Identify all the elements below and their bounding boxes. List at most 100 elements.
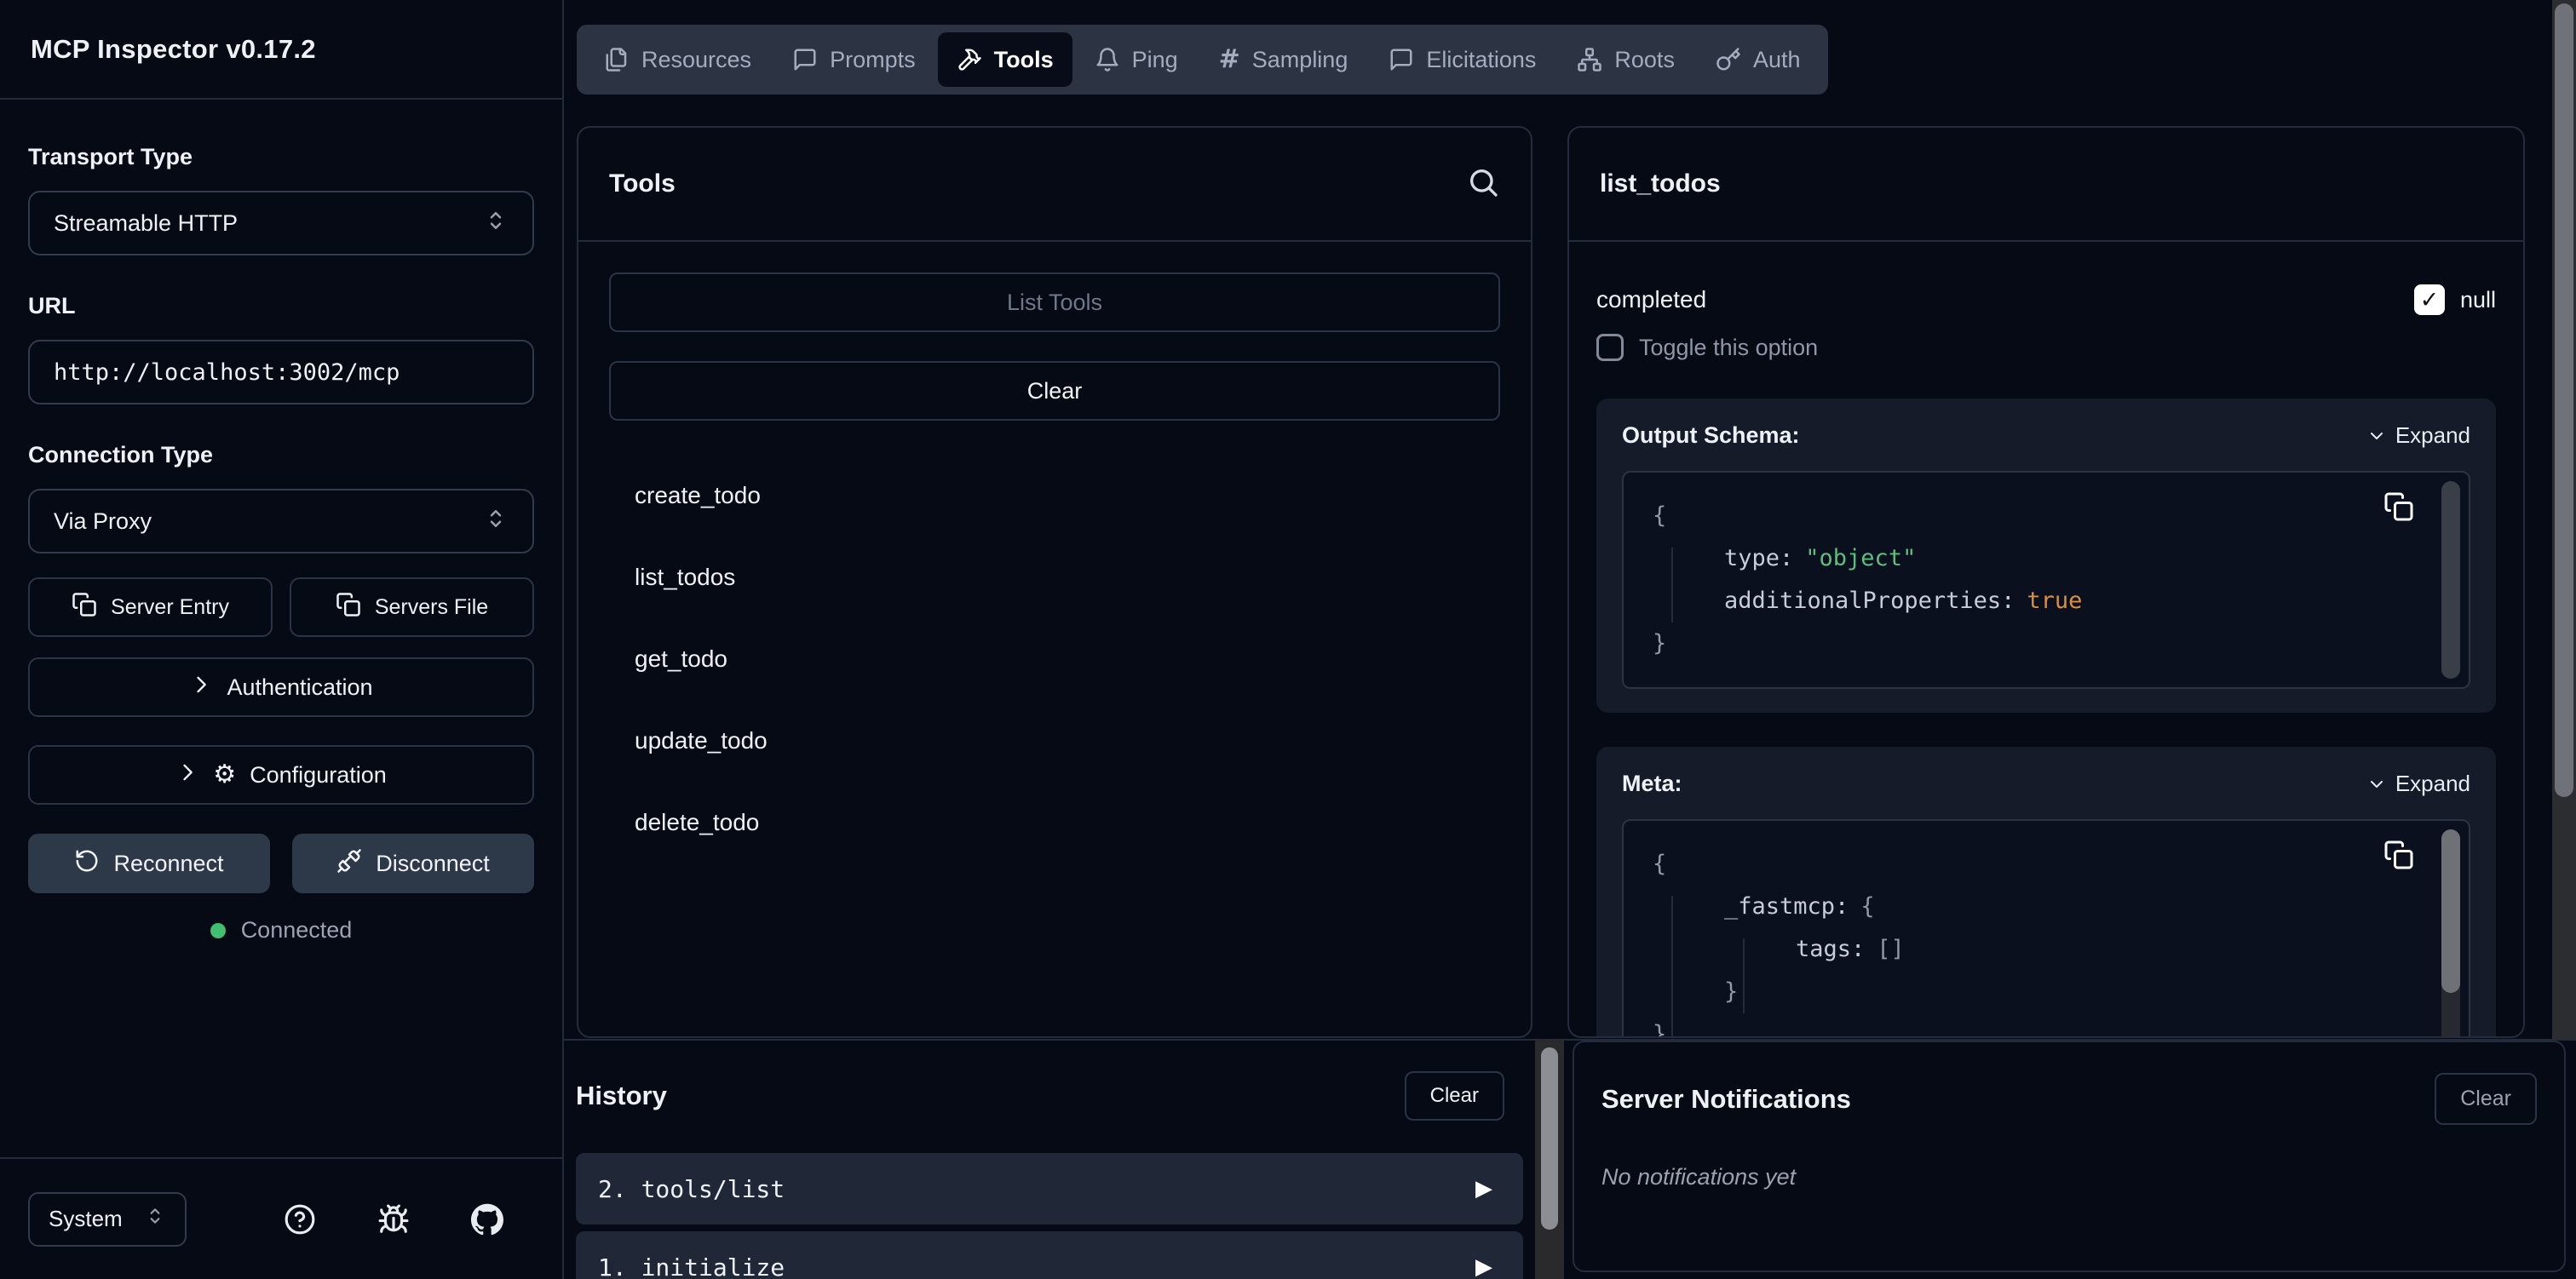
copy-icon — [72, 592, 97, 623]
code-scrollbar[interactable] — [2441, 829, 2460, 1036]
indent-guide — [1671, 548, 1673, 622]
param-row-completed: completed ✓ null — [1596, 284, 2496, 315]
history-panel: History Clear 2. tools/list ▶ 1. initial… — [564, 1041, 1535, 1279]
message-square-icon — [792, 47, 818, 72]
notifications-clear-button[interactable]: Clear — [2435, 1073, 2537, 1125]
main-vertical-scrollbar[interactable] — [2552, 0, 2576, 1039]
tab-label: Ping — [1132, 47, 1178, 73]
tool-item-list-todos[interactable]: list_todos — [609, 536, 1500, 618]
meta-expand-toggle[interactable]: Expand — [2366, 771, 2470, 797]
search-icon[interactable] — [1466, 165, 1500, 204]
code-text: { — [1653, 851, 1666, 877]
servers-file-button[interactable]: Servers File — [290, 577, 534, 637]
toggle-checkbox[interactable] — [1596, 334, 1624, 361]
scrollbar-thumb[interactable] — [2441, 829, 2460, 993]
disconnect-button[interactable]: Disconnect — [292, 834, 534, 893]
chevrons-updown-icon — [483, 506, 509, 537]
chevron-down-icon — [2366, 426, 2387, 446]
entry-buttons-row: Server Entry Servers File — [28, 577, 534, 637]
copy-button[interactable] — [2383, 491, 2414, 536]
history-title: History — [576, 1081, 667, 1111]
list-tools-button[interactable]: List Tools — [609, 272, 1500, 332]
code-text: additionalProperties: — [1724, 588, 2015, 614]
history-row-initialize[interactable]: 1. initialize ▶ — [576, 1231, 1523, 1279]
authentication-label: Authentication — [227, 674, 372, 701]
detail-panel-title: list_todos — [1600, 169, 1721, 198]
url-input[interactable] — [28, 340, 534, 404]
sidebar-footer: System — [0, 1157, 562, 1279]
bell-icon — [1095, 47, 1120, 72]
output-schema-expand-toggle[interactable]: Expand — [2366, 422, 2470, 449]
code-text: _fastmcp: — [1724, 893, 1849, 920]
tool-detail-panel: list_todos completed ✓ null — [1567, 126, 2525, 1038]
theme-value: System — [49, 1206, 123, 1232]
null-checkbox[interactable]: ✓ — [2414, 284, 2445, 315]
code-text: "object" — [1805, 545, 1916, 571]
theme-select[interactable]: System — [28, 1192, 187, 1247]
tab-tools[interactable]: Tools — [938, 32, 1072, 87]
authentication-button[interactable]: Authentication — [28, 657, 534, 717]
tab-roots[interactable]: Roots — [1558, 32, 1693, 87]
tab-ping[interactable]: Ping — [1076, 32, 1197, 87]
toggle-option-row: Toggle this option — [1596, 334, 2496, 361]
bug-icon[interactable] — [377, 1203, 410, 1236]
transport-type-select[interactable]: Streamable HTTP — [28, 191, 534, 255]
play-icon: ▶ — [1475, 1254, 1492, 1279]
history-scrollbar[interactable] — [1535, 1041, 1564, 1279]
reconnect-button[interactable]: Reconnect — [28, 834, 270, 893]
output-schema-header: Output Schema: Expand — [1622, 422, 2470, 449]
scrollbar-thumb[interactable] — [1541, 1047, 1558, 1230]
code-text: [] — [1877, 936, 1905, 962]
gear-icon: ⚙ — [213, 762, 236, 788]
output-schema-code: { type:"object" additionalProperties:tru… — [1622, 471, 2470, 689]
servers-file-label: Servers File — [375, 595, 488, 620]
tool-item-update-todo[interactable]: update_todo — [609, 700, 1500, 782]
history-clear-button[interactable]: Clear — [1405, 1071, 1504, 1121]
notifications-header: Server Notifications Clear — [1601, 1073, 2537, 1125]
app-window: MCP Inspector v0.17.2 Transport Type Str… — [0, 0, 2576, 1279]
network-icon — [1577, 47, 1602, 72]
scrollbar-thumb[interactable] — [2441, 481, 2460, 679]
status-label: Connected — [241, 917, 353, 943]
configuration-button[interactable]: ⚙ Configuration — [28, 745, 534, 805]
code-text: type: — [1724, 545, 1793, 571]
tools-panel-body: List Tools Clear create_todo list_todos … — [578, 242, 1531, 894]
help-icon[interactable] — [284, 1203, 316, 1236]
message-square-icon — [1389, 47, 1414, 72]
connection-type-select[interactable]: Via Proxy — [28, 489, 534, 553]
scrollbar-thumb[interactable] — [2555, 3, 2573, 797]
tab-sampling[interactable]: # Sampling — [1200, 32, 1367, 87]
tab-elicitations[interactable]: Elicitations — [1370, 32, 1555, 87]
tab-label: Elicitations — [1426, 47, 1536, 73]
tab-prompts[interactable]: Prompts — [773, 32, 934, 87]
check-icon: ✓ — [2420, 289, 2440, 312]
meta-code: { _fastmcp:{ tags:[] } } — [1622, 819, 2470, 1036]
copy-icon — [336, 592, 361, 623]
main-top: Resources Prompts Tools Ping # Sampling — [564, 0, 2576, 1039]
code-text: } — [1724, 978, 1738, 1005]
footer-icons — [284, 1203, 503, 1236]
tool-item-get-todo[interactable]: get_todo — [609, 618, 1500, 700]
code-text: true — [2027, 588, 2082, 614]
tab-resources[interactable]: Resources — [585, 32, 770, 87]
clear-tools-button[interactable]: Clear — [609, 361, 1500, 421]
copy-button[interactable] — [2383, 840, 2414, 885]
history-row-tools-list[interactable]: 2. tools/list ▶ — [576, 1153, 1523, 1225]
meta-title: Meta: — [1622, 771, 1682, 797]
indent-guide — [1743, 938, 1745, 1013]
copy-icon — [2383, 491, 2414, 522]
code-scrollbar[interactable] — [2441, 481, 2460, 679]
reconnect-label: Reconnect — [113, 851, 223, 877]
github-icon[interactable] — [471, 1203, 503, 1236]
transport-type-label: Transport Type — [28, 144, 534, 170]
tool-item-delete-todo[interactable]: delete_todo — [609, 782, 1500, 863]
notifications-title: Server Notifications — [1601, 1084, 1851, 1115]
expand-label: Expand — [2395, 771, 2470, 797]
hammer-icon — [957, 47, 982, 72]
server-entry-button[interactable]: Server Entry — [28, 577, 273, 637]
tab-auth[interactable]: Auth — [1697, 32, 1820, 87]
tool-item-create-todo[interactable]: create_todo — [609, 455, 1500, 536]
output-schema-title: Output Schema: — [1622, 422, 1800, 449]
indent-guide — [1671, 896, 1673, 1036]
tools-panel: Tools List Tools Clear create_todo list_… — [577, 126, 1532, 1038]
